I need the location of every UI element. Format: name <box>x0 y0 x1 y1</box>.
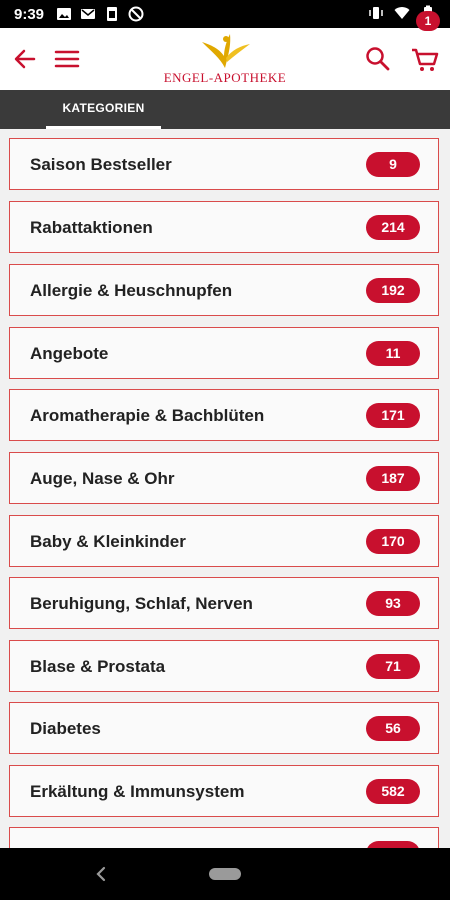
category-label: Saison Bestseller <box>30 155 172 174</box>
category-label: Rabattaktionen <box>30 218 153 237</box>
category-label: Blase & Prostata <box>30 657 166 676</box>
category-item[interactable]: Angebote 11 <box>9 327 439 379</box>
category-count-badge: 582 <box>366 779 420 804</box>
category-count-badge: 187 <box>366 466 420 491</box>
menu-icon[interactable] <box>54 47 80 71</box>
category-item[interactable]: Erkältung & Immunsystem 582 <box>9 765 439 817</box>
angel-logo-icon <box>202 34 250 68</box>
do-not-disturb-icon <box>128 6 144 22</box>
status-bar: 9:39 <box>0 0 450 28</box>
status-time: 9:39 <box>14 5 45 23</box>
category-count-badge: 170 <box>366 529 420 554</box>
category-label: Auge, Nase & Ohr <box>30 469 175 488</box>
category-item[interactable]: Rabattaktionen 214 <box>9 201 439 253</box>
category-label: Beruhigung, Schlaf, Nerven <box>30 594 253 613</box>
engel-apotheke-logo: ENGEL-APOTHEKE <box>160 30 290 88</box>
gmail-icon <box>81 9 96 19</box>
category-count-badge: 11 <box>366 341 420 366</box>
nav-home-pill[interactable] <box>209 868 241 880</box>
wifi-icon <box>394 7 410 19</box>
nav-back-icon[interactable] <box>92 864 110 884</box>
category-count-badge: 214 <box>366 215 420 240</box>
category-item[interactable]: Auge, Nase & Ohr 187 <box>9 452 439 504</box>
category-label: Erkältung & Immunsystem <box>30 782 245 801</box>
category-label: Aromatherapie & Bachblüten <box>30 406 265 425</box>
category-item[interactable]: Diabetes 56 <box>9 702 439 754</box>
image-icon <box>57 8 72 20</box>
category-count-badge: 192 <box>366 278 420 303</box>
category-item[interactable]: Baby & Kleinkinder 170 <box>9 515 439 567</box>
category-count-badge: 9 <box>366 152 420 177</box>
category-count-badge: 56 <box>366 716 420 741</box>
category-label: Allergie & Heuschnupfen <box>30 281 233 300</box>
active-tab-indicator <box>46 126 161 129</box>
category-count-badge: 93 <box>366 591 420 616</box>
app-bar: ENGEL-APOTHEKE <box>0 28 450 90</box>
tab-bar: KATEGORIEN <box>0 90 450 129</box>
category-label: Angebote <box>30 344 109 363</box>
shopping-cart-icon[interactable] <box>410 44 440 74</box>
category-item[interactable]: Beruhigung, Schlaf, Nerven 93 <box>9 577 439 629</box>
vibrate-icon <box>369 7 383 19</box>
category-label: Diabetes <box>30 719 101 738</box>
sim-card-icon <box>107 7 118 21</box>
system-navigation-bar <box>0 848 450 900</box>
category-item[interactable]: Saison Bestseller 9 <box>9 138 439 190</box>
category-label: Baby & Kleinkinder <box>30 532 186 551</box>
search-icon[interactable] <box>364 45 392 73</box>
category-count-badge: 171 <box>366 403 420 428</box>
cart-count-badge: 1 <box>416 11 440 31</box>
category-item[interactable]: Allergie & Heuschnupfen 192 <box>9 264 439 316</box>
logo-text: ENGEL-APOTHEKE <box>163 70 287 85</box>
category-count-badge: 71 <box>366 654 420 679</box>
category-item[interactable]: Blase & Prostata 71 <box>9 640 439 692</box>
back-arrow-icon[interactable] <box>12 46 38 72</box>
category-item[interactable]: Aromatherapie & Bachblüten 171 <box>9 389 439 441</box>
tab-kategorien[interactable]: KATEGORIEN <box>46 90 161 129</box>
notification-icons <box>56 6 144 22</box>
